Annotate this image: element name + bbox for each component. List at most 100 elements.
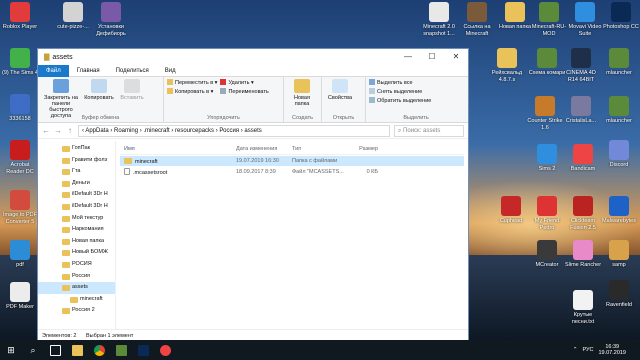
desktop-icon-mlauncher-2[interactable]: mlauncher xyxy=(600,96,638,125)
tab-view[interactable]: Вид xyxy=(157,65,184,77)
nav-item[interactable]: Деньги xyxy=(38,178,115,190)
new-folder-button[interactable]: Новая папка xyxy=(287,79,317,114)
desktop-icon-minecraft-link[interactable]: Ссылка на Minecraft xyxy=(458,2,496,37)
chrome-taskbar-button[interactable] xyxy=(88,340,110,360)
close-button[interactable]: ✕ xyxy=(444,49,468,65)
clock[interactable]: 16:39 19.07.2019 xyxy=(598,344,626,356)
copy-button[interactable]: Копировать xyxy=(84,79,114,114)
minimize-button[interactable]: — xyxy=(396,49,420,65)
up-arrow-icon[interactable]: ↑ xyxy=(66,126,74,135)
desktop-icon-minecraft-snapshot[interactable]: Minecraft 2.0 snapshot 1... xyxy=(420,2,458,37)
move-to-button[interactable]: Переместить в ▾ xyxy=(167,79,217,86)
desktop-icon-my-friend-pedro[interactable]: My Friend Pedro xyxy=(528,196,566,231)
file-row-mcassetsroot[interactable]: .mcassetsroot 18.09.2017 8:39 Файл "MCAS… xyxy=(120,167,464,177)
paste-button[interactable]: Вставить xyxy=(117,79,147,114)
tab-home[interactable]: Главная xyxy=(69,65,108,77)
nav-item[interactable]: ГопПак xyxy=(38,143,115,155)
search-input[interactable]: ⌕ Поиск: assets xyxy=(394,124,464,137)
task-view-button[interactable] xyxy=(44,340,66,360)
desktop-icon-sims[interactable]: (9) The Sims 4 xyxy=(1,48,39,77)
tab-file[interactable]: Файл xyxy=(38,64,69,77)
properties-button[interactable]: Свойства xyxy=(325,79,355,114)
nav-item[interactable]: ilDefault 3Dr H xyxy=(38,201,115,213)
back-arrow-icon[interactable]: ← xyxy=(42,126,50,135)
invert-selection-button[interactable]: Обратить выделение xyxy=(369,97,431,104)
nav-item[interactable]: РОСИЯ xyxy=(38,259,115,271)
photoshop-taskbar-button[interactable] xyxy=(132,340,154,360)
move-icon xyxy=(167,79,173,85)
desktop-icon-movavi[interactable]: Movavi Video Suite xyxy=(566,2,604,37)
select-none-button[interactable]: Снять выделение xyxy=(369,88,431,95)
select-label: Выделить xyxy=(403,115,429,121)
search-button[interactable]: ⌕ xyxy=(22,340,44,360)
desktop-icon-image-to-pdf[interactable]: Image to PDF Converter 5 xyxy=(1,190,39,225)
file-row-minecraft[interactable]: minecraft 19.07.2019 16:30 Папка с файла… xyxy=(120,156,464,166)
desktop-icon-slime-rancher[interactable]: Slime Rancher xyxy=(564,240,602,269)
nav-item[interactable]: Новый БОМЖ xyxy=(38,247,115,259)
desktop-icon-scheme[interactable]: Схема комари xyxy=(528,48,566,77)
nav-item-minecraft[interactable]: minecraft xyxy=(38,294,115,306)
new-label: Создать xyxy=(292,115,313,121)
desktop-icon-malwarebytes[interactable]: Malwarebytes xyxy=(600,196,638,225)
explorer-taskbar-button[interactable] xyxy=(66,340,88,360)
delete-button[interactable]: Удалить ▾ xyxy=(220,79,268,86)
desktop-icon-discord[interactable]: Discord xyxy=(600,140,638,169)
copy-to-button[interactable]: Копировать в ▾ xyxy=(167,88,217,95)
desktop-icon-pdf-maker[interactable]: PDF Maker xyxy=(1,282,39,311)
desktop-icon-counter-strike[interactable]: Counter Strike 1.6 xyxy=(526,96,564,131)
desktop-icon-installers[interactable]: Установки Дефибиорь xyxy=(92,2,130,37)
desktop-icon-new-folder[interactable]: Новая папка xyxy=(496,2,534,31)
language-indicator[interactable]: РУС xyxy=(582,347,593,353)
minecraft-taskbar-button[interactable] xyxy=(110,340,132,360)
start-button[interactable]: ⊞ xyxy=(0,340,22,360)
desktop-icon-cuphead[interactable]: Cuphead xyxy=(492,196,530,225)
cuphead-icon xyxy=(501,196,521,216)
desktop-icon-mcreator[interactable]: MCreator xyxy=(528,240,566,269)
desktop-icon-roblox[interactable]: Roblox Player xyxy=(1,2,39,31)
rename-button[interactable]: Переименовать xyxy=(220,88,269,95)
column-date[interactable]: Дата изменения xyxy=(236,146,292,152)
nav-item-assets[interactable]: assets xyxy=(38,282,115,294)
desktop-icon-photoshop[interactable]: Photoshop CC xyxy=(602,2,640,31)
chevron-up-icon[interactable]: ⌃ xyxy=(573,347,578,353)
maximize-button[interactable]: ☐ xyxy=(420,49,444,65)
desktop-icon-minecraft-ru[interactable]: Minecraft-RU-MOD xyxy=(530,2,568,37)
nav-item[interactable]: Наркомания xyxy=(38,224,115,236)
converter-icon xyxy=(10,190,30,210)
nav-item[interactable]: Мой текстур xyxy=(38,213,115,225)
bandicam-taskbar-button[interactable] xyxy=(154,340,176,360)
address-path[interactable]: ‹ AppData › Roaming › .minecraft › resou… xyxy=(78,124,390,137)
select-all-button[interactable]: Выделить все xyxy=(369,79,431,86)
desktop-icon-3336158[interactable]: 3336158 xyxy=(1,94,39,123)
desktop-icon-mlauncher[interactable]: mlauncher xyxy=(600,48,638,77)
desktop-icon-samp[interactable]: samp xyxy=(600,240,638,269)
desktop-icon-pdf[interactable]: pdf xyxy=(1,240,39,269)
column-type[interactable]: Тип xyxy=(292,146,348,152)
pin-button[interactable]: Закрепить на панели быстрого доступа xyxy=(41,79,81,119)
desktop-icon-sims2[interactable]: Sims 2 xyxy=(528,144,566,173)
desktop-icon-acrobat[interactable]: Acrobat Reader DC xyxy=(1,140,39,175)
nav-item[interactable]: Гта xyxy=(38,166,115,178)
desktop-icon-reichswald[interactable]: Рейхсвальд 4.8.7.s xyxy=(488,48,526,83)
desktop-icon-bandicam[interactable]: Bandicam xyxy=(564,144,602,173)
desktop-icon-pizze[interactable]: cute-pizze-... xyxy=(54,2,92,31)
desktop-icon-clickteam[interactable]: Clickteam Fusion 2.5 xyxy=(564,196,602,231)
bandicam-icon xyxy=(573,144,593,164)
nav-item[interactable]: Гравити фолз xyxy=(38,155,115,167)
nav-item[interactable]: ilDefault 3Dr H xyxy=(38,189,115,201)
samp-icon xyxy=(609,240,629,260)
column-size[interactable]: Размер xyxy=(348,146,378,152)
nav-item[interactable]: Россия 2 xyxy=(38,305,115,317)
desktop-icon-songs-txt[interactable]: Крутые песни.txt xyxy=(564,290,602,325)
nav-item[interactable]: Новая папка xyxy=(38,236,115,248)
open-label: Открыть xyxy=(332,115,355,121)
file-icon xyxy=(124,168,130,175)
desktop-icon-cinema4d[interactable]: CINEMA 4D R14 64BIT xyxy=(562,48,600,83)
column-name[interactable]: Имя xyxy=(120,146,236,152)
nav-item[interactable]: Россия xyxy=(38,271,115,283)
tab-share[interactable]: Поделиться xyxy=(108,65,157,77)
desktop-icon-ravenfield[interactable]: Ravenfield xyxy=(600,280,638,309)
desktop-icon-cristalis[interactable]: CristalisLa... xyxy=(562,96,600,125)
forward-arrow-icon[interactable]: → xyxy=(54,126,62,135)
explorer-body: ГопПак Гравити фолз Гта Деньги ilDefault… xyxy=(38,141,468,329)
